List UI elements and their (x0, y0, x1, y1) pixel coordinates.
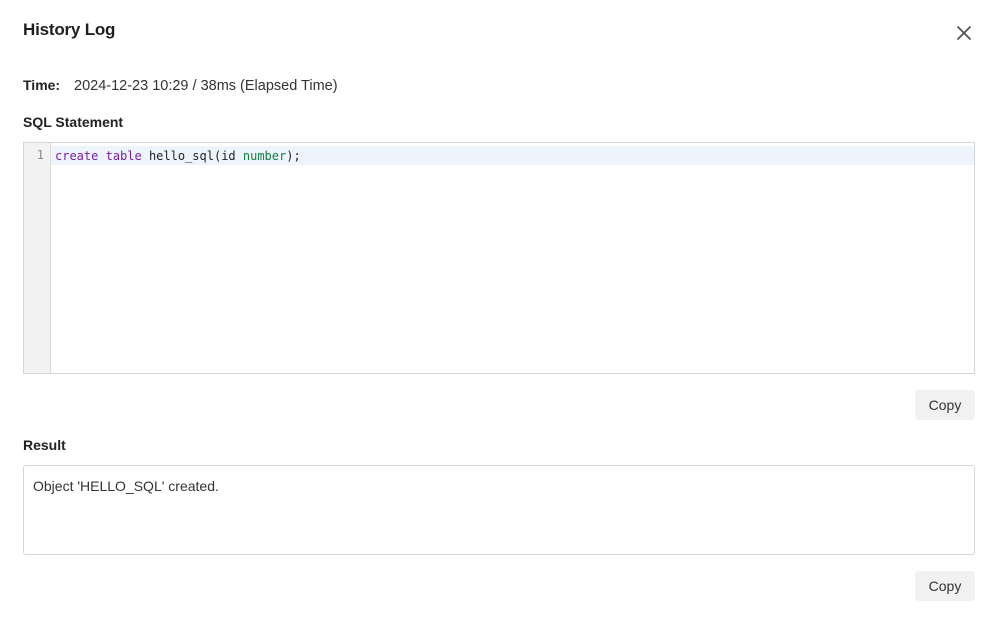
close-icon (957, 26, 971, 40)
copy-result-button[interactable]: Copy (915, 571, 975, 601)
editor-gutter: 1 (24, 143, 51, 373)
dialog-title: History Log (23, 20, 116, 39)
sql-keyword: table (105, 149, 142, 163)
sql-text: hello_sql(id (141, 149, 243, 163)
sql-keyword: create (55, 149, 99, 163)
time-value: 2024-12-23 10:29 / 38ms (Elapsed Time) (74, 78, 338, 94)
result-text: Object 'HELLO_SQL' created. (33, 478, 219, 494)
code-line: create table hello_sql(id number); (55, 149, 301, 163)
result-output: Object 'HELLO_SQL' created. (23, 465, 975, 555)
sql-statement-label: SQL Statement (23, 114, 124, 130)
history-log-dialog: History Log Time: 2024-12-23 10:29 / 38m… (0, 0, 996, 632)
time-label: Time: (23, 77, 61, 93)
time-row: Time: 2024-12-23 10:29 / 38ms (Elapsed T… (23, 77, 338, 94)
result-label: Result (23, 437, 66, 453)
line-number: 1 (36, 148, 44, 162)
sql-type: number (242, 149, 287, 163)
sql-editor[interactable]: 1 create table hello_sql(id number); (23, 142, 975, 374)
close-button[interactable] (952, 21, 976, 45)
sql-text: ); (286, 149, 301, 163)
copy-sql-button[interactable]: Copy (915, 390, 975, 420)
